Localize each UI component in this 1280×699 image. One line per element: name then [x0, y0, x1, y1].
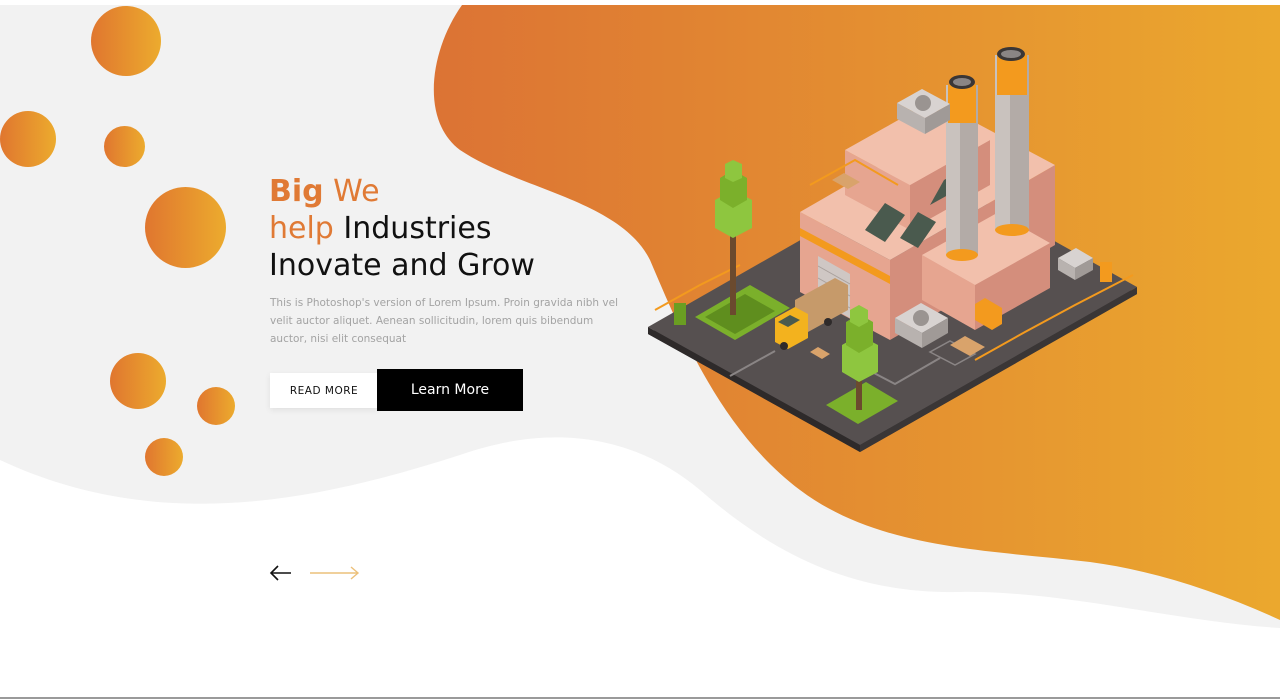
decor-circle	[197, 387, 235, 425]
headline-help: help	[269, 211, 334, 246]
factory-illustration	[648, 47, 1137, 452]
learn-more-button[interactable]: Learn More	[377, 369, 523, 411]
read-more-button[interactable]: READ MORE	[270, 373, 378, 408]
decor-circle	[0, 111, 56, 167]
decor-circle	[145, 438, 183, 476]
headline-inovate: Inovate and Grow	[269, 248, 535, 283]
headline-we: We	[333, 174, 380, 209]
headline-big: Big	[269, 174, 324, 209]
arrow-left-icon[interactable]	[268, 562, 294, 584]
top-edge	[0, 0, 1280, 5]
decor-circle	[145, 187, 226, 268]
decor-circle	[104, 126, 145, 167]
headline-industries: Industries	[343, 211, 492, 246]
hero-description: This is Photoshop's version of Lorem Ips…	[270, 297, 618, 345]
decor-circle	[110, 353, 166, 409]
decor-circle	[91, 6, 161, 76]
hero-headline: Big We help Industries Inovate and Grow	[269, 173, 535, 284]
arrow-right-icon[interactable]	[308, 562, 362, 584]
